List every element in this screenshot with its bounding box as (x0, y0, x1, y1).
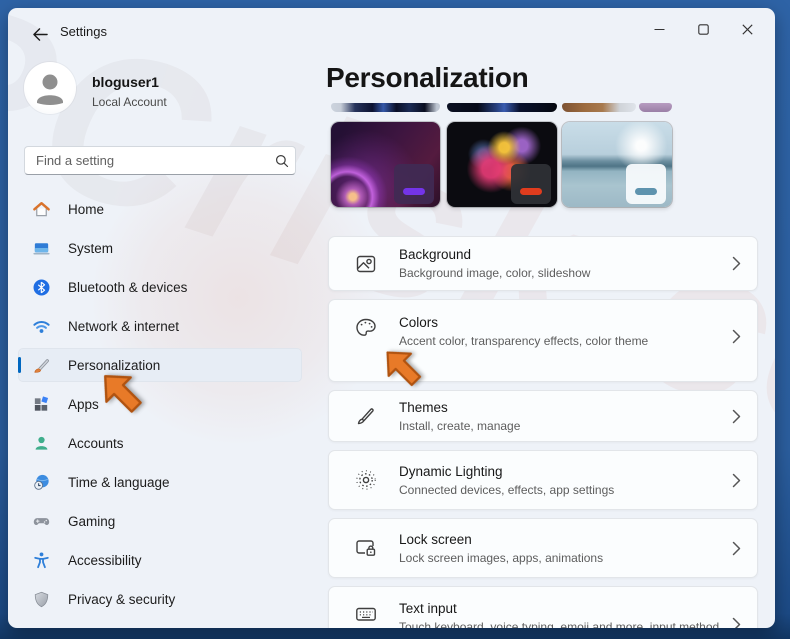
row-title: Background (399, 247, 472, 262)
network-icon (31, 316, 51, 336)
selected-accent-bar (18, 357, 21, 373)
sidebar-item-label: Privacy & security (68, 591, 176, 607)
theme-mini-button (520, 188, 542, 195)
theme-preview-dark-purple[interactable] (331, 122, 440, 207)
theme-preview-row-clipped[interactable] (562, 103, 636, 112)
personalization-icon (31, 355, 51, 375)
sidebar-item-accounts[interactable]: Accounts (18, 426, 302, 460)
text-input-icon (353, 601, 379, 627)
window-title: Settings (60, 24, 107, 39)
background-icon (353, 251, 379, 277)
user-account-type: Local Account (92, 95, 167, 109)
sidebar-item-label: Accounts (68, 435, 124, 451)
theme-preview-row-clipped[interactable] (331, 103, 440, 112)
settings-row-dynamic-lighting[interactable]: Dynamic Lighting Connected devices, effe… (328, 450, 758, 510)
close-button[interactable] (725, 14, 769, 44)
sidebar-item-label: System (68, 240, 114, 256)
sidebar-item-accessibility[interactable]: Accessibility (18, 543, 302, 577)
theme-preview-light-lake[interactable] (562, 122, 672, 207)
user-name: bloguser1 (92, 74, 159, 90)
sidebar-item-label: Network & internet (68, 318, 180, 334)
theme-mini-button (403, 188, 425, 195)
back-arrow-icon (32, 27, 48, 41)
window-controls (637, 14, 769, 44)
settings-row-lock-screen[interactable]: Lock screen Lock screen images, apps, an… (328, 518, 758, 578)
row-subtitle: Lock screen images, apps, animations (399, 550, 604, 565)
row-title: Colors (399, 315, 439, 330)
row-subtitle: Install, create, manage (399, 418, 521, 433)
sidebar-item-label: Gaming (68, 513, 116, 529)
desktop-background: PCrisk.com Settings (0, 0, 790, 639)
back-button[interactable] (26, 21, 54, 47)
sidebar-item-gaming[interactable]: Gaming (18, 504, 302, 538)
sidebar-item-label: Bluetooth & devices (68, 279, 188, 295)
chevron-right-icon (725, 329, 741, 344)
maximize-icon (697, 23, 709, 35)
chevron-right-icon (725, 409, 741, 424)
row-subtitle: Touch keyboard, voice typing, emoji and … (399, 620, 720, 628)
theme-preview-row-clipped[interactable] (639, 103, 672, 112)
row-title: Lock screen (399, 531, 472, 547)
gaming-icon (31, 511, 51, 531)
settings-window: PCrisk.com Settings (8, 8, 775, 628)
time-language-icon (31, 472, 51, 492)
system-icon (31, 238, 51, 258)
sidebar-item-label: Accessibility (68, 552, 142, 568)
minimize-icon (654, 28, 664, 30)
accessibility-icon (31, 550, 51, 570)
privacy-security-icon (31, 589, 51, 609)
sidebar-item-network[interactable]: Network & internet (18, 309, 302, 343)
chevron-right-icon (725, 473, 741, 488)
sidebar-item-privacy[interactable]: Privacy & security (18, 582, 302, 616)
chevron-right-icon (725, 541, 741, 556)
row-title: Dynamic Lighting (399, 463, 503, 479)
colors-icon (353, 315, 379, 341)
theme-mini-window (394, 164, 434, 204)
search-box[interactable] (24, 146, 296, 175)
sidebar-item-label: Personalization (68, 357, 161, 373)
settings-row-colors[interactable]: Colors Accent color, transparency effect… (328, 299, 758, 382)
row-subtitle: Accent color, transparency effects, colo… (399, 334, 649, 348)
bluetooth-icon (31, 277, 51, 297)
avatar[interactable] (24, 62, 76, 114)
sidebar-nav: Home System Bluetooth & devices Network … (18, 192, 302, 621)
sidebar-item-system[interactable]: System (18, 231, 302, 265)
search-input[interactable] (25, 153, 269, 168)
row-title: Text input (399, 601, 457, 616)
home-icon (31, 199, 51, 219)
user-icon (37, 74, 63, 105)
apps-icon (31, 394, 51, 414)
settings-row-text-input[interactable]: Text input Touch keyboard, voice typing,… (328, 586, 758, 628)
sidebar-item-label: Apps (68, 396, 99, 412)
row-subtitle: Background image, color, slideshow (399, 266, 591, 280)
theme-preview-dark-bloom[interactable] (447, 122, 557, 207)
row-title: Themes (399, 399, 448, 415)
theme-mini-window (511, 164, 551, 204)
accounts-icon (31, 433, 51, 453)
sidebar-item-personalization[interactable]: Personalization (18, 348, 302, 382)
sidebar-item-bluetooth[interactable]: Bluetooth & devices (18, 270, 302, 304)
close-icon (741, 23, 753, 35)
sidebar-item-home[interactable]: Home (18, 192, 302, 226)
theme-preview-row-clipped[interactable] (447, 103, 557, 112)
themes-icon (353, 403, 379, 429)
theme-mini-button (635, 188, 657, 195)
sidebar-item-time-language[interactable]: Time & language (18, 465, 302, 499)
dynamic-lighting-icon (353, 467, 379, 493)
page-title: Personalization (326, 62, 529, 93)
main-content: Personalization Background Background im… (318, 56, 765, 628)
row-subtitle: Connected devices, effects, app settings (399, 482, 615, 497)
sidebar-item-label: Time & language (68, 474, 170, 490)
lock-screen-icon (353, 535, 379, 561)
settings-row-background[interactable]: Background Background image, color, slid… (328, 236, 758, 291)
chevron-right-icon (725, 256, 741, 271)
minimize-button[interactable] (637, 14, 681, 44)
sidebar-item-label: Home (68, 201, 105, 217)
maximize-button[interactable] (681, 14, 725, 44)
theme-mini-window (626, 164, 666, 204)
sidebar-item-apps[interactable]: Apps (18, 387, 302, 421)
search-icon[interactable] (269, 154, 295, 168)
settings-row-themes[interactable]: Themes Install, create, manage (328, 390, 758, 442)
chevron-right-icon (725, 617, 741, 628)
